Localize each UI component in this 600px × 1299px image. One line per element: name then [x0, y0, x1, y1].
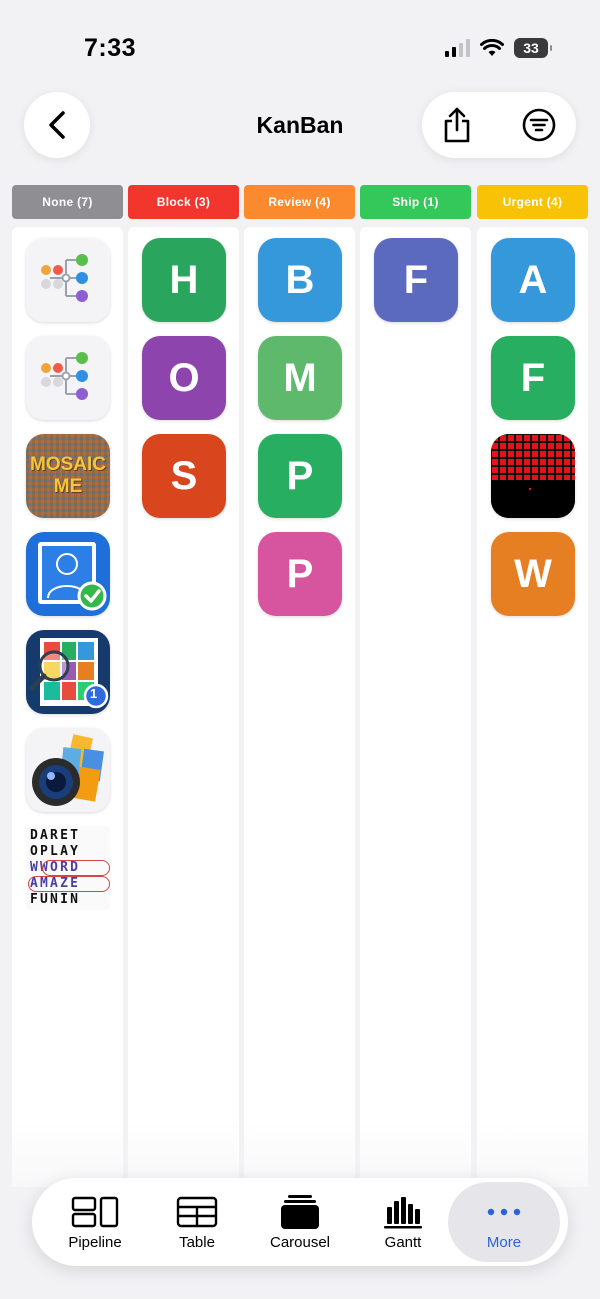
column-ship: F — [360, 227, 471, 1187]
word-search-row: FUNIN — [30, 892, 81, 907]
card-camera-photos[interactable] — [26, 728, 110, 812]
tab-label: Table — [179, 1234, 215, 1251]
column-header-ship[interactable]: Ship (1) — [360, 185, 471, 219]
more-icon — [487, 1208, 521, 1216]
card-letter: H — [169, 257, 199, 302]
card-letter: W — [514, 551, 552, 596]
column-review: B M P P — [244, 227, 355, 1187]
status-time: 7:33 — [84, 34, 137, 62]
column-label: Ship (1) — [392, 195, 439, 209]
card-letter: F — [520, 355, 546, 400]
card-collage-search[interactable]: 1 — [26, 630, 110, 714]
column-header-block[interactable]: Block (3) — [128, 185, 239, 219]
column-none: MOSAIC ME 1 DARET OPLAY WWORD AMAZE FUNI… — [12, 227, 123, 1187]
mind-map-icon — [41, 352, 88, 400]
pipeline-icon — [71, 1196, 119, 1228]
card-mind-map[interactable] — [26, 336, 110, 420]
card-p[interactable]: P — [258, 532, 342, 616]
tab-bar: Pipeline Table Carousel Gantt More — [32, 1178, 568, 1266]
column-urgent: A F W — [477, 227, 588, 1187]
wifi-icon — [480, 39, 504, 56]
tab-label: Pipeline — [68, 1234, 122, 1251]
word-search-row: OPLAY — [30, 844, 81, 859]
nav-actions-group — [422, 92, 576, 158]
camera-photos-icon — [32, 734, 104, 806]
battery-icon: 33 — [514, 38, 552, 58]
word-highlight — [42, 860, 110, 876]
card-letter: S — [170, 453, 198, 498]
profile-photo-check-icon — [38, 542, 107, 611]
status-indicators: 33 — [445, 36, 552, 60]
tab-label: More — [486, 1234, 522, 1251]
column-header-urgent[interactable]: Urgent (4) — [477, 185, 588, 219]
table-icon — [176, 1196, 218, 1228]
card-a[interactable]: A — [491, 238, 575, 322]
card-red-grid-game[interactable] — [491, 434, 575, 518]
column-label: Block (3) — [156, 195, 211, 209]
column-header-none[interactable]: None (7) — [12, 185, 123, 219]
column-label: Urgent (4) — [502, 195, 563, 209]
card-letter: F — [403, 257, 429, 302]
card-letter: P — [286, 453, 314, 498]
share-icon — [444, 107, 470, 143]
tab-table[interactable]: Table — [152, 1178, 242, 1266]
share-button[interactable] — [422, 92, 492, 158]
word-search-grid: DARET OPLAY WWORD AMAZE FUNIN — [26, 826, 110, 910]
tab-pipeline[interactable]: Pipeline — [50, 1178, 140, 1266]
tab-gantt[interactable]: Gantt — [358, 1178, 448, 1266]
column-label: Review (4) — [268, 195, 331, 209]
card-letter: A — [518, 257, 548, 302]
tab-carousel[interactable]: Carousel — [254, 1178, 346, 1266]
card-letter: O — [168, 355, 200, 400]
card-o[interactable]: O — [142, 336, 226, 420]
tab-label: Carousel — [269, 1234, 331, 1251]
column-label: None (7) — [42, 195, 93, 209]
collage-search-icon — [29, 638, 109, 709]
cellular-signal-icon — [445, 39, 470, 57]
collage-badge: 1 — [90, 686, 98, 701]
card-p[interactable]: P — [258, 434, 342, 518]
card-b[interactable]: B — [258, 238, 342, 322]
card-h[interactable]: H — [142, 238, 226, 322]
card-mosaic-me[interactable]: MOSAIC ME — [26, 434, 110, 518]
tab-label: Gantt — [384, 1234, 422, 1251]
word-highlight — [28, 876, 110, 892]
card-letter: M — [283, 355, 317, 400]
card-s[interactable]: S — [142, 434, 226, 518]
column-block: H O S — [128, 227, 239, 1187]
tab-more[interactable]: More — [448, 1182, 560, 1262]
card-m[interactable]: M — [258, 336, 342, 420]
card-letter: B — [285, 257, 315, 302]
card-f[interactable]: F — [491, 336, 575, 420]
card-f[interactable]: F — [374, 238, 458, 322]
word-search-row: DARET — [30, 828, 81, 843]
gantt-icon — [384, 1197, 422, 1229]
card-letter: P — [286, 551, 314, 596]
card-mind-map[interactable] — [26, 238, 110, 322]
mosaic-title: MOSAIC — [30, 454, 106, 475]
card-w[interactable]: W — [491, 532, 575, 616]
battery-level: 33 — [523, 40, 539, 56]
mosaic-subtitle: ME — [53, 476, 83, 497]
mind-map-icon — [41, 254, 88, 302]
card-profile-photo[interactable] — [26, 532, 110, 616]
card-word-search[interactable]: DARET OPLAY WWORD AMAZE FUNIN — [26, 826, 110, 910]
filter-icon — [522, 108, 556, 142]
filter-button[interactable] — [504, 92, 574, 158]
carousel-icon — [281, 1195, 319, 1229]
column-header-review[interactable]: Review (4) — [244, 185, 355, 219]
red-grid-game-icon — [491, 434, 575, 518]
